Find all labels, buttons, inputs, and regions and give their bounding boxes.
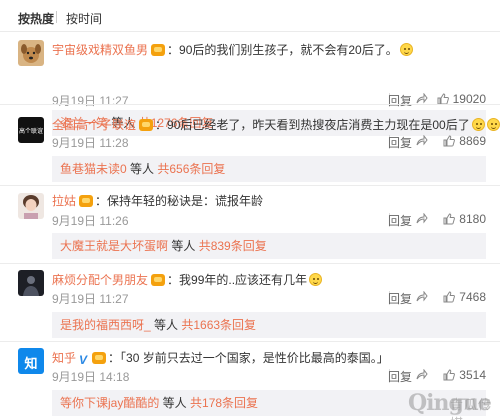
portrait-avatar-icon (18, 193, 44, 219)
sort-by-time-tab[interactable]: 按时间 (66, 10, 102, 27)
avatar[interactable] (18, 270, 44, 296)
view-replies-link[interactable]: 共178条回复 (190, 396, 258, 410)
comment-line: 知乎 V ：「30 岁前只去过一个国家，是性价比最高的泰国。」 (52, 351, 389, 367)
reply-button[interactable]: 回复 (388, 368, 412, 385)
reply-button[interactable]: 回复 (388, 212, 412, 229)
forward-icon[interactable] (416, 135, 428, 146)
like-button[interactable]: 8180 (443, 212, 486, 226)
divider (0, 185, 500, 186)
sub-reply-summary: 鱼巷猫未读0 等人 共656条回复 (52, 156, 486, 182)
comment-item: 宇宙级戏精双鱼男 ：90后的我们别生孩子，就不会有20后了。 9月19日 11:2… (0, 36, 500, 108)
comment-date: 9月19日 11:27 (52, 94, 129, 108)
verified-v-icon: V (79, 353, 88, 367)
doge-emoji-icon (486, 118, 500, 131)
member-badge-icon (151, 44, 166, 56)
thumbs-up-icon (443, 369, 456, 381)
like-button[interactable]: 8869 (443, 134, 486, 148)
comment-username[interactable]: 全国高个子联谊 (52, 118, 136, 132)
view-replies-link[interactable]: 共656条回复 (157, 162, 225, 176)
doge-emoji-icon (309, 273, 323, 286)
comment-line: 麻烦分配个男朋友 ：我99年的..应该还有几年 (52, 272, 323, 288)
like-count: 7468 (459, 290, 486, 304)
avatar-text: 高个联谊 (18, 129, 43, 135)
member-badge-icon (151, 274, 166, 286)
sub-reply-summary: 是我的福西西呀_ 等人 共1663条回复 (52, 312, 486, 338)
sub-reply-user[interactable]: 是我的福西西呀_ (60, 318, 151, 332)
comment-actions: 回复 3514 (356, 368, 486, 385)
reply-button[interactable]: 回复 (388, 92, 412, 109)
thumbs-up-icon (443, 135, 456, 147)
forward-icon[interactable] (416, 291, 428, 302)
comment-text: 「30 岁前只去过一个国家，是性价比最高的泰国。」 (120, 351, 389, 365)
thumbs-up-icon (443, 213, 456, 225)
thumbs-up-icon (443, 291, 456, 303)
comment-date: 9月19日 11:26 (52, 214, 129, 228)
comment-date: 9月19日 11:27 (52, 292, 129, 306)
member-badge-icon (139, 119, 154, 131)
comment-actions: 回复 8180 (356, 212, 486, 229)
watermark-logo: Qingue 青瓜传媒 (408, 390, 494, 420)
comment-date: 9月19日 11:28 (52, 136, 129, 150)
sort-bar: 按热度 按时间 (0, 0, 500, 32)
sub-reply-user[interactable]: 大魔王就是大坏蛋啊 (60, 239, 168, 253)
comment-username[interactable]: 麻烦分配个男朋友 (52, 273, 148, 287)
sub-reply-user[interactable]: 等你下课jay酷酷的 (60, 396, 159, 410)
forward-icon[interactable] (416, 213, 428, 224)
like-count: 8869 (459, 134, 486, 148)
forward-icon[interactable] (416, 93, 428, 104)
dog-avatar-icon (18, 40, 44, 66)
comment-text: 保持年轻的秘诀是：谎报年龄 (107, 194, 264, 208)
divider (0, 263, 500, 264)
like-count: 8180 (459, 212, 486, 226)
comment-date: 9月19日 14:18 (52, 370, 130, 384)
zhihu-logo-icon: 知 (24, 356, 38, 371)
sort-by-hot-tab[interactable]: 按热度 (18, 10, 54, 27)
forward-icon[interactable] (416, 369, 428, 380)
comment-text: 90后已经老了，昨天看到热搜夜店消费主力现在是00后了 (167, 118, 470, 132)
sub-reply-summary: 大魔王就是大坏蛋啊 等人 共839条回复 (52, 233, 486, 259)
sort-divider (56, 11, 57, 23)
member-badge-icon (92, 352, 107, 364)
comment-actions: 回复 7468 (356, 290, 486, 307)
comment-text: 90后的我们别生孩子，就不会有20后了。 (179, 43, 398, 57)
doge-emoji-icon (399, 43, 413, 56)
comment-username[interactable]: 知乎 (52, 351, 76, 365)
like-count: 3514 (459, 368, 486, 382)
member-badge-icon (79, 195, 94, 207)
watermark-cn-text: 青瓜传媒 (450, 397, 493, 420)
comment-text: 我99年的..应该还有几年 (179, 273, 308, 287)
comment-username[interactable]: 宇宙级戏精双鱼男 (52, 43, 148, 57)
comment-line: 全国高个子联谊 ：90后已经老了，昨天看到热搜夜店消费主力现在是00后了 (52, 117, 500, 133)
like-button[interactable]: 7468 (443, 290, 486, 304)
view-replies-link[interactable]: 共839条回复 (199, 239, 267, 253)
avatar[interactable]: 高个联谊 (18, 117, 44, 143)
reply-button[interactable]: 回复 (388, 290, 412, 307)
sub-reply-user[interactable]: 鱼巷猫未读0 (60, 162, 127, 176)
silhouette-avatar-icon (18, 270, 44, 296)
like-button[interactable]: 3514 (443, 368, 486, 382)
avatar[interactable] (18, 40, 44, 66)
view-replies-link[interactable]: 共1663条回复 (181, 318, 256, 332)
comment-username[interactable]: 拉姑 (52, 194, 76, 208)
comment-line: 宇宙级戏精双鱼男 ：90后的我们别生孩子，就不会有20后了。 (52, 42, 413, 58)
comment-actions: 回复 8869 (356, 134, 486, 151)
avatar[interactable] (18, 193, 44, 219)
comment-line: 拉姑 ：保持年轻的秘诀是：谎报年龄 (52, 194, 264, 208)
avatar[interactable]: 知 (18, 348, 44, 374)
divider (0, 104, 500, 105)
doge-emoji-icon (471, 118, 485, 131)
divider (0, 341, 500, 342)
reply-button[interactable]: 回复 (388, 134, 412, 151)
